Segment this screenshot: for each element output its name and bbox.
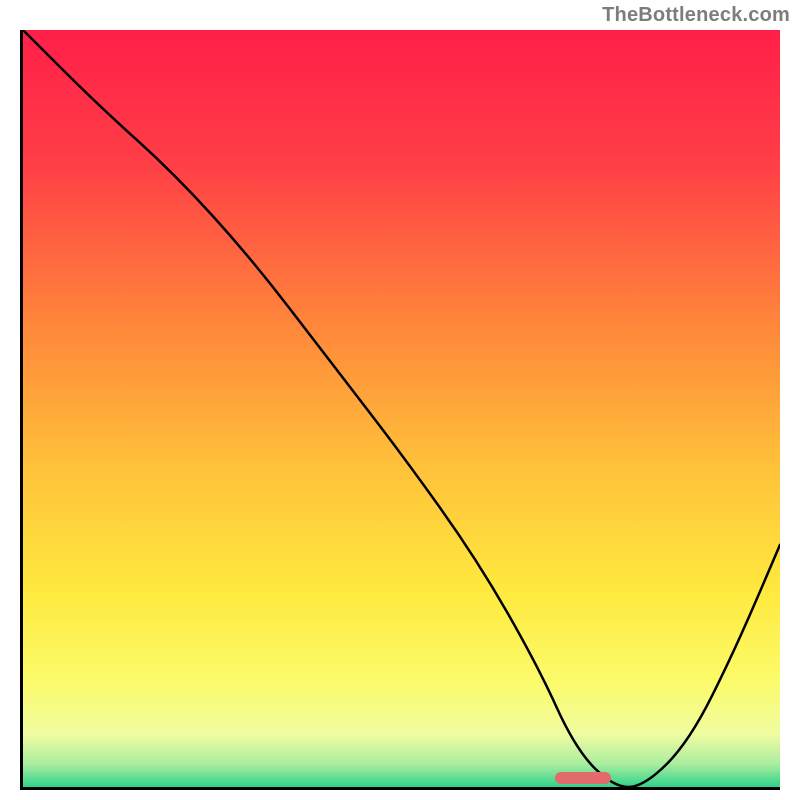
watermark-text: TheBottleneck.com xyxy=(602,4,790,27)
chart-axes-frame xyxy=(20,30,780,790)
bottleneck-curve xyxy=(23,30,780,787)
optimal-marker xyxy=(555,772,611,784)
